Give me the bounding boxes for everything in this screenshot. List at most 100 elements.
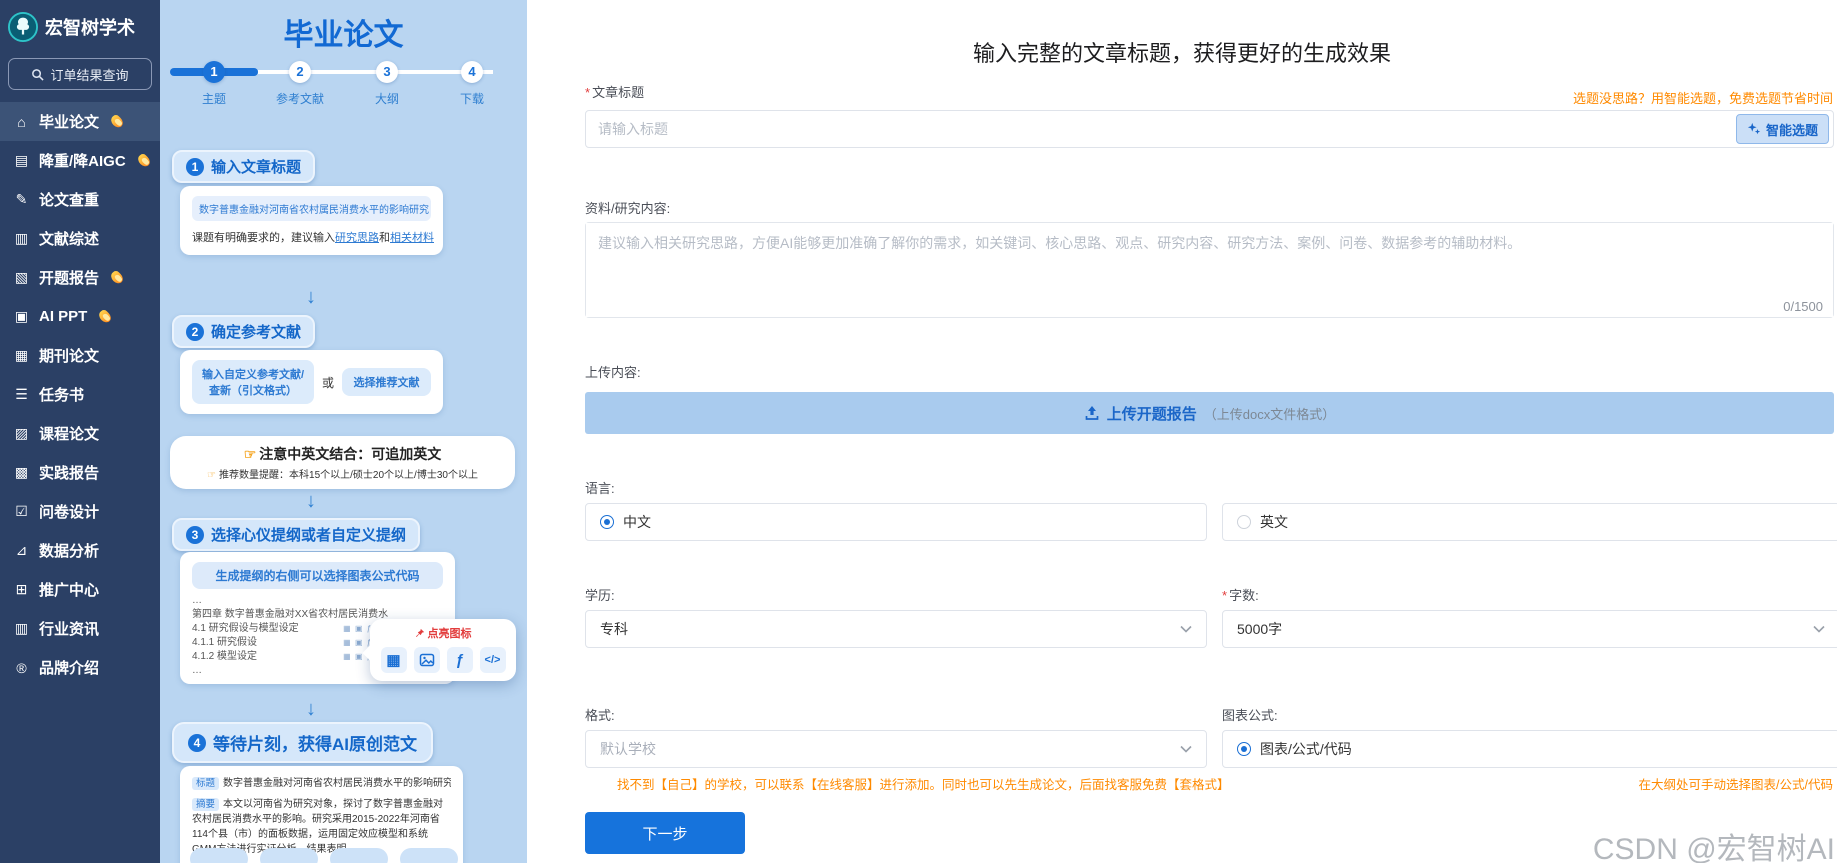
step-node-download[interactable]: 4	[461, 61, 483, 83]
sidebar-item-graduation-thesis[interactable]: ⌂ 毕业论文	[0, 102, 160, 141]
sidebar-item-brand-intro[interactable]: ® 品牌介绍	[0, 648, 160, 687]
required-mark: *	[1222, 588, 1227, 603]
sidebar-item-journal-paper[interactable]: ▦ 期刊论文	[0, 336, 160, 375]
wordcount-select[interactable]: 5000字	[1222, 610, 1837, 648]
icon-select-popup: 点亮图标 ▦ ƒ </>	[370, 619, 516, 681]
literature-review-icon: ▥	[13, 230, 30, 247]
chevron-down-icon	[1180, 745, 1192, 753]
step-node-topic[interactable]: 1	[203, 61, 225, 83]
main-form-area: 输入完整的文章标题，获得更好的生成效果 *文章标题 选题没思路？用智能选题，免费…	[527, 0, 1837, 863]
outline-text: 4.1.2 模型设定	[192, 650, 257, 664]
sidebar-item-proposal-report[interactable]: ▧ 开题报告	[0, 258, 160, 297]
step1-badge-label: 输入文章标题	[211, 156, 301, 177]
sidebar-item-practice-report[interactable]: ▩ 实践报告	[0, 453, 160, 492]
language-option-english[interactable]: 英文	[1222, 503, 1837, 541]
language-option-chinese[interactable]: 中文	[585, 503, 1207, 541]
questionnaire-icon: ☑	[13, 503, 30, 520]
wizard-title: 毕业论文	[160, 10, 527, 54]
wizard-guide-panel: 毕业论文 1 2 3 4 主题 参考文献 大纲 下载 1 输入文章标题 数字普惠…	[160, 0, 527, 863]
outline-line: 4.1.2 模型设定 ▦ ▣ ƒ </>	[192, 650, 390, 664]
tip-text: 和	[379, 232, 390, 244]
degree-select[interactable]: 专科	[585, 610, 1207, 648]
step1-number: 1	[186, 158, 204, 176]
sidebar-item-label: 行业资讯	[39, 618, 99, 639]
sidebar-item-label: 实践报告	[39, 462, 99, 483]
flow-arrow-down-icon: ↓	[291, 286, 331, 309]
radio-selected-icon	[600, 515, 614, 529]
industry-news-icon: ▥	[13, 620, 30, 637]
format-select[interactable]: 默认学校	[585, 730, 1207, 768]
tip-text: 课题有明确要求的，建议输入	[192, 232, 335, 244]
brand-name: 宏智树学术	[45, 14, 135, 40]
sidebar-item-industry-news[interactable]: ▥ 行业资讯	[0, 609, 160, 648]
guide-step3-badge: 3 选择心仪提纲或者自定义提纲	[172, 518, 420, 551]
step-node-outline[interactable]: 3	[376, 61, 398, 83]
sidebar-item-label: 数据分析	[39, 540, 99, 561]
sidebar-item-label: 推广中心	[39, 579, 99, 600]
popup-label-row: 点亮图标	[378, 625, 508, 641]
step-label-topic: 主题	[202, 90, 226, 107]
proposal-icon: ▧	[13, 269, 30, 286]
degree-field-label: 学历:	[585, 585, 615, 604]
title-input[interactable]	[586, 121, 1736, 137]
watermark: CSDN @宏智树AI	[1593, 824, 1835, 863]
smart-topic-hint-link[interactable]: 选题没思路？用智能选题，免费选题节省时间	[1573, 88, 1833, 107]
format-field-label: 格式:	[585, 705, 615, 724]
image-icon: ▣	[355, 638, 364, 647]
flow-arrow-down-icon: ↓	[291, 490, 331, 513]
sidebar-item-plagiarism-check[interactable]: ✎ 论文查重	[0, 180, 160, 219]
pin-icon	[415, 628, 425, 638]
sidebar-item-label: 论文查重	[39, 189, 99, 210]
tip-link-related-material[interactable]: 相关材料	[390, 232, 434, 244]
upload-proposal-button[interactable]: 上传开题报告 （上传docx文件格式）	[585, 392, 1834, 434]
sidebar: 宏智树学术 订单结果查询 ⌂ 毕业论文 ▤ 降重/降AIGC ✎ 论文查重 ▥ …	[0, 0, 160, 863]
format-hint-link[interactable]: 找不到【自己】的学校，可以联系【在线客服】进行添加。同时也可以先生成论文，后面找…	[617, 774, 1230, 793]
step4-number: 4	[188, 734, 206, 752]
sidebar-item-task-book[interactable]: ☰ 任务书	[0, 375, 160, 414]
sidebar-item-literature-review[interactable]: ▥ 文献综述	[0, 219, 160, 258]
upload-format-note: （上传docx文件格式）	[1204, 404, 1335, 423]
sidebar-item-label: 文献综述	[39, 228, 99, 249]
promotion-icon: ⊞	[13, 581, 30, 598]
outline-line: 4.1 研究假设与模型设定 ▦ ▣ ƒ </>	[192, 622, 390, 636]
search-label: 订单结果查询	[50, 65, 128, 84]
outline-text: 4.1.1 研究假设	[192, 636, 257, 650]
tip-link-research-idea[interactable]: 研究思路	[335, 232, 379, 244]
chart-hint-link[interactable]: 在大纲处可手动选择图表/公式/代码	[1639, 774, 1833, 793]
outline-text: 4.1 研究假设与模型设定	[192, 622, 299, 636]
sidebar-item-label: 开题报告	[39, 267, 99, 288]
order-result-search[interactable]: 订单结果查询	[8, 58, 152, 90]
sidebar-item-data-analysis[interactable]: ⊿ 数据分析	[0, 531, 160, 570]
sidebar-item-course-paper[interactable]: ▨ 课程论文	[0, 414, 160, 453]
sidebar-item-label: 课程论文	[39, 423, 99, 444]
brand-icon: ®	[13, 660, 30, 676]
sidebar-item-rewrite-aigc[interactable]: ▤ 降重/降AIGC	[0, 141, 160, 180]
ai-ppt-icon: ▣	[13, 308, 30, 325]
chart-formula-option[interactable]: 图表/公式/代码	[1222, 730, 1837, 768]
research-textarea[interactable]	[586, 223, 1833, 317]
step-node-references[interactable]: 2	[289, 61, 311, 83]
required-mark: *	[585, 85, 590, 100]
sparkles-icon	[1747, 122, 1761, 136]
sidebar-item-ai-ppt[interactable]: ▣ AI PPT	[0, 297, 160, 336]
sidebar-item-promotion-center[interactable]: ⊞ 推广中心	[0, 570, 160, 609]
outline-ellipsis: …	[192, 664, 202, 678]
next-step-button[interactable]: 下一步	[585, 812, 745, 854]
outline-text: 第四章 数字普惠金融对XX省农村居民消费水	[192, 608, 388, 622]
sidebar-item-questionnaire-design[interactable]: ☑ 问卷设计	[0, 492, 160, 531]
degree-select-value: 专科	[600, 619, 628, 639]
wordcount-select-value: 5000字	[1237, 619, 1282, 639]
step-label-download: 下载	[460, 90, 484, 107]
popup-icon-tiles: ▦ ƒ </>	[378, 647, 508, 673]
sidebar-item-label: 降重/降AIGC	[39, 150, 126, 171]
plagiarism-check-icon: ✎	[13, 191, 30, 208]
rewrite-icon: ▤	[13, 152, 30, 169]
outline-line: 4.1.1 研究假设 ▦ ▣ ƒ </>	[192, 636, 390, 650]
recommended-references-pill: 选择推荐文献	[342, 368, 431, 396]
formula-icon: ƒ	[447, 647, 473, 673]
practice-report-icon: ▩	[13, 464, 30, 481]
preview-pill	[190, 848, 248, 863]
example-title-pill: 数字普惠金融对河南省农村属民消费水平的影响研究	[192, 196, 431, 221]
step2-badge-label: 确定参考文献	[211, 321, 301, 342]
smart-topic-button[interactable]: 智能选题	[1736, 114, 1829, 144]
